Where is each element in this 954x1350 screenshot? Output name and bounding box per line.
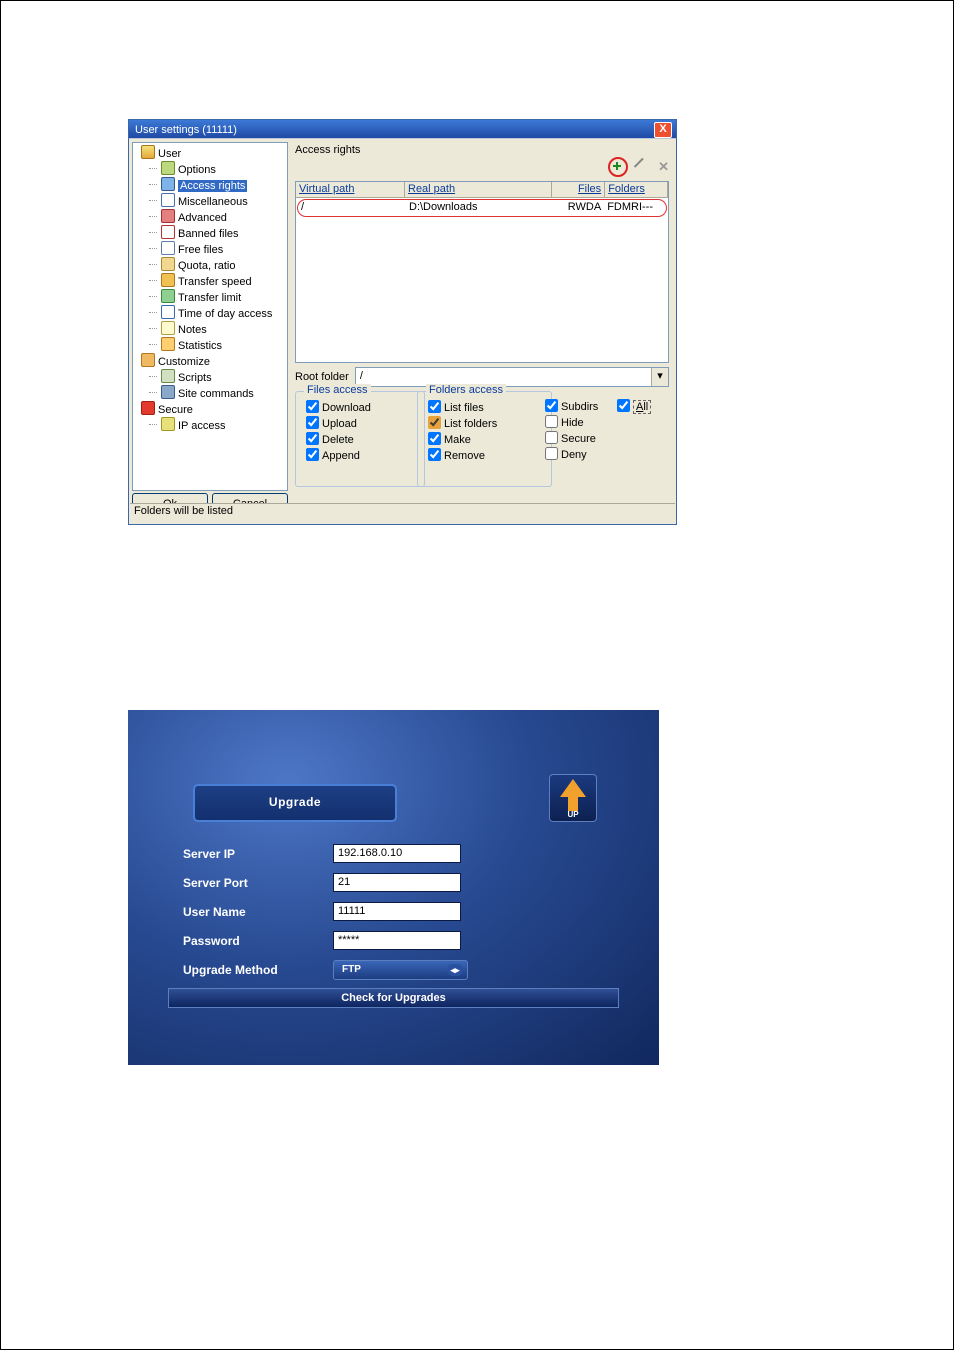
files-access-title: Files access (304, 384, 371, 396)
cell-rp: D:\Downloads (406, 200, 552, 216)
user-settings-dialog: User settings (11111) X User Options Acc… (128, 119, 677, 525)
scripts-icon (161, 369, 175, 383)
up-icon-label: UP (550, 810, 596, 819)
titlebar[interactable]: User settings (11111) X (129, 120, 676, 138)
upgrade-method-select[interactable]: FTP ◂▸ (333, 960, 468, 980)
chevron-down-icon[interactable]: ▾ (651, 368, 668, 386)
remove-checkbox[interactable]: Remove (428, 448, 543, 462)
tree-limit[interactable]: Transfer limit (178, 292, 241, 304)
user-name-label: User Name (183, 905, 333, 919)
root-folder-label: Root folder (295, 371, 349, 383)
tree-customize[interactable]: Customize (158, 356, 210, 368)
cell-folders: FDMRI--- (604, 200, 666, 216)
folders-access-group: Folders access List files List folders M… (417, 391, 552, 487)
col-virtual-path[interactable]: Virtual path (296, 182, 405, 198)
tree-secure[interactable]: Secure (158, 404, 193, 416)
all-label: All (633, 400, 651, 414)
access-rights-panel: Access rights ✕ Virtual path Real path F… (291, 141, 673, 502)
title-text: User settings (11111) (135, 124, 237, 136)
cell-files: RWDA (552, 200, 604, 216)
tree-misc[interactable]: Miscellaneous (178, 196, 248, 208)
list-folders-checkbox[interactable]: List folders (428, 416, 543, 430)
upgrade-button[interactable]: Upgrade (193, 784, 397, 822)
tree-options[interactable]: Options (178, 164, 216, 176)
stats-icon (161, 337, 175, 351)
folder-flags: Subdirs Hide Secure Deny (545, 397, 598, 463)
col-folders[interactable]: Folders (605, 182, 668, 198)
server-port-input[interactable]: 21 (333, 873, 461, 892)
add-icon[interactable] (608, 157, 628, 177)
user-icon (141, 145, 155, 159)
tree-advanced[interactable]: Advanced (178, 212, 227, 224)
tree-speed[interactable]: Transfer speed (178, 276, 252, 288)
close-icon[interactable]: X (654, 122, 672, 138)
quota-icon (161, 257, 175, 271)
download-checkbox[interactable]: Download (306, 400, 416, 414)
hide-checkbox[interactable]: Hide (545, 415, 598, 429)
all-checkbox[interactable]: All (617, 399, 651, 413)
tree-ip-access[interactable]: IP access (178, 420, 226, 432)
list-files-checkbox[interactable]: List files (428, 400, 543, 414)
check-for-upgrades-button[interactable]: Check for Upgrades (168, 988, 619, 1008)
upload-checkbox[interactable]: Upload (306, 416, 416, 430)
subdirs-checkbox[interactable]: Subdirs (545, 399, 598, 413)
tree-time[interactable]: Time of day access (178, 308, 272, 320)
password-input[interactable]: ***** (333, 931, 461, 950)
tree-stats[interactable]: Statistics (178, 340, 222, 352)
files-access-group: Files access Download Upload Delete Appe… (295, 391, 425, 487)
root-folder-select[interactable]: / ▾ (355, 367, 669, 387)
make-checkbox[interactable]: Make (428, 432, 543, 446)
server-port-label: Server Port (183, 876, 333, 890)
delete-icon[interactable]: ✕ (658, 161, 669, 173)
tree-access-rights[interactable]: Access rights (178, 180, 247, 192)
banned-icon (161, 225, 175, 239)
misc-icon (161, 193, 175, 207)
edit-icon[interactable] (634, 158, 652, 176)
secure-checkbox[interactable]: Secure (545, 431, 598, 445)
upgrade-method-label: Upgrade Method (183, 963, 333, 977)
tree-notes[interactable]: Notes (178, 324, 207, 336)
free-icon (161, 241, 175, 255)
root-folder-value: / (360, 370, 363, 382)
site-commands-icon (161, 385, 175, 399)
upgrade-panel: Upgrade UP Server IP 192.168.0.10 Server… (128, 710, 659, 1065)
tree-quota[interactable]: Quota, ratio (178, 260, 235, 272)
user-name-input[interactable]: 11111 (333, 902, 461, 921)
upgrade-arrow-icon: UP (549, 774, 597, 822)
folders-access-title: Folders access (426, 384, 506, 396)
nav-tree[interactable]: User Options Access rights Miscellaneous… (132, 142, 288, 491)
notes-icon (161, 321, 175, 335)
tree-sitecmds[interactable]: Site commands (178, 388, 254, 400)
tree-free[interactable]: Free files (178, 244, 223, 256)
server-ip-input[interactable]: 192.168.0.10 (333, 844, 461, 863)
secure-icon (141, 401, 155, 415)
password-label: Password (183, 934, 333, 948)
time-icon (161, 305, 175, 319)
deny-checkbox[interactable]: Deny (545, 447, 598, 461)
table-row[interactable]: / D:\Downloads RWDA FDMRI--- (297, 199, 667, 217)
access-rights-icon (161, 177, 175, 191)
speed-icon (161, 273, 175, 287)
section-label: Access rights (295, 144, 673, 156)
left-right-icon[interactable]: ◂▸ (447, 964, 463, 976)
append-checkbox[interactable]: Append (306, 448, 416, 462)
server-ip-label: Server IP (183, 847, 333, 861)
tree-scripts[interactable]: Scripts (178, 372, 212, 384)
access-rights-list[interactable]: Virtual path Real path Files Folders / D… (295, 181, 669, 363)
customize-icon (141, 353, 155, 367)
col-real-path[interactable]: Real path (405, 182, 552, 198)
options-icon (161, 161, 175, 175)
tree-user[interactable]: User (158, 148, 181, 160)
cell-vp: / (298, 200, 406, 216)
delete-checkbox[interactable]: Delete (306, 432, 416, 446)
status-bar: Folders will be listed (130, 503, 675, 523)
ip-access-icon (161, 417, 175, 431)
col-files[interactable]: Files (552, 182, 605, 198)
limit-icon (161, 289, 175, 303)
tree-banned[interactable]: Banned files (178, 228, 239, 240)
advanced-icon (161, 209, 175, 223)
upgrade-method-value: FTP (342, 964, 361, 975)
